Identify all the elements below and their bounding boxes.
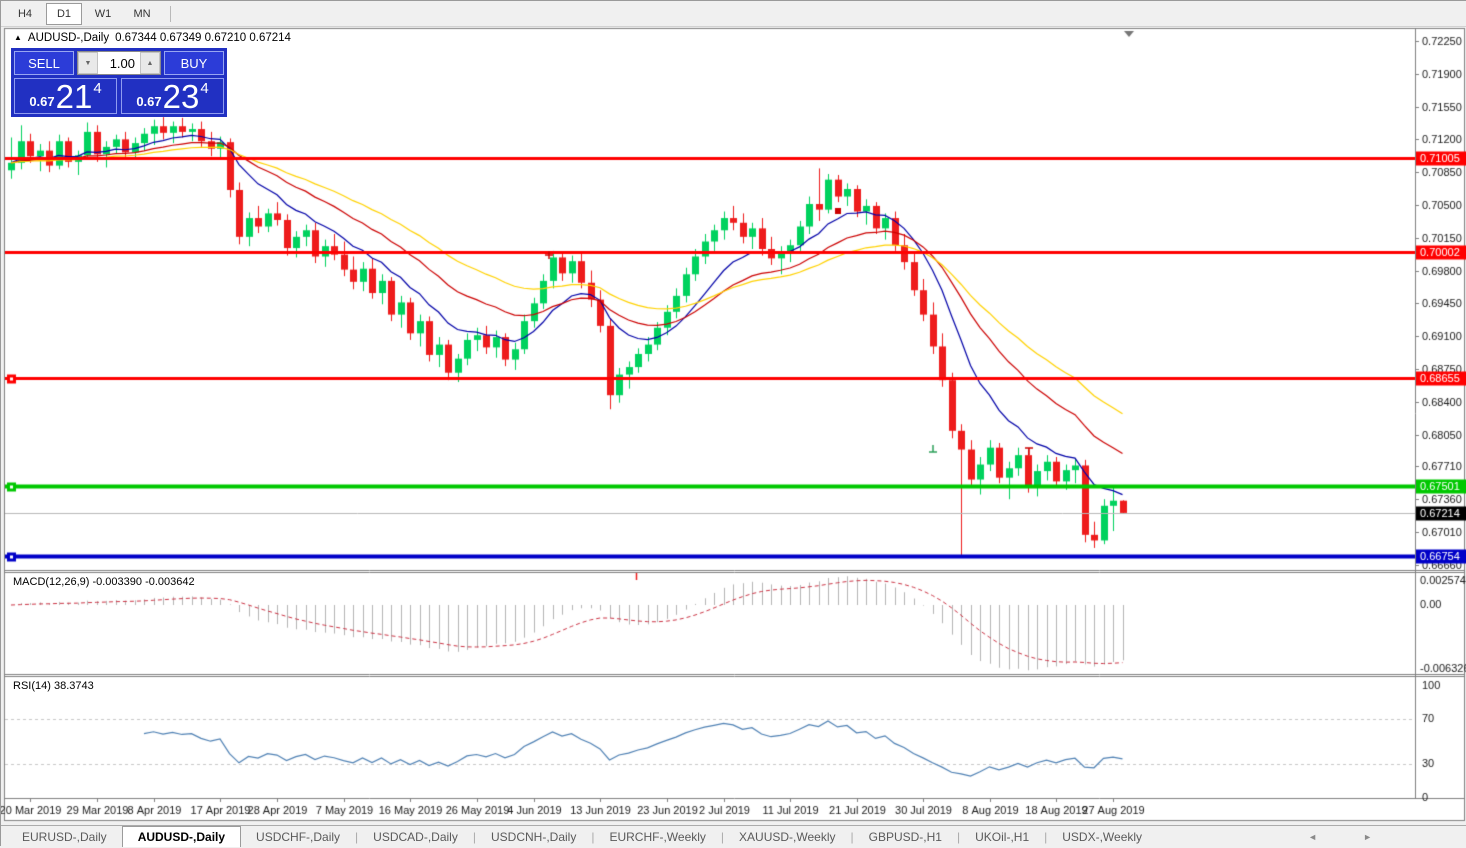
timeframe-button-w1[interactable]: W1 [85, 3, 121, 25]
sell-price-big: 21 [56, 80, 93, 113]
chart-ohlc-values: 0.67344 0.67349 0.67210 0.67214 [115, 32, 291, 44]
collapse-panel-icon[interactable]: ▲ [14, 33, 22, 42]
symbol-tab-eurchf-weekly[interactable]: EURCHF-,Weekly [594, 826, 720, 847]
sell-price-display[interactable]: 0.67 21 4 [14, 78, 117, 114]
timeframe-button-h4[interactable]: H4 [7, 3, 43, 25]
buy-button[interactable]: BUY [164, 51, 224, 75]
symbol-tab-usdcad-daily[interactable]: USDCAD-,Daily [358, 826, 473, 847]
timeframe-button-mn[interactable]: MN [124, 3, 160, 25]
symbol-tab-usdchf-daily[interactable]: USDCHF-,Daily [241, 826, 355, 847]
symbol-tab-usdcnh-daily[interactable]: USDCNH-,Daily [476, 826, 591, 847]
symbol-tab-gbpusd-h1[interactable]: GBPUSD-,H1 [854, 826, 957, 847]
buy-price-sup: 4 [200, 80, 208, 97]
timeframe-button-d1[interactable]: D1 [46, 3, 82, 25]
one-click-trade-panel: SELL ▼ 1.00 ▲ BUY 0.67 21 4 0.67 23 4 [11, 48, 227, 117]
chart-title: ▲ AUDUSD-,Daily 0.67344 0.67349 0.67210 … [14, 32, 291, 44]
buy-price-display[interactable]: 0.67 23 4 [121, 78, 224, 114]
volume-stepper: ▼ 1.00 ▲ [77, 51, 161, 75]
buy-price-prefix: 0.67 [136, 94, 161, 109]
chart-symbol-label: AUDUSD-,Daily [28, 32, 109, 44]
symbol-tab-eurusd-daily[interactable]: EURUSD-,Daily [7, 826, 122, 847]
volume-increase-icon[interactable]: ▲ [140, 52, 160, 74]
sell-price-prefix: 0.67 [29, 94, 54, 109]
tabs-scroll-right-icon[interactable]: ► [1363, 826, 1372, 848]
volume-decrease-icon[interactable]: ▼ [78, 52, 98, 74]
symbol-tab-bar: EURUSD-,DailyAUDUSD-,DailyUSDCHF-,Daily|… [1, 825, 1466, 847]
price-chart-canvas[interactable] [1, 1, 1466, 847]
toolbar-divider [170, 6, 171, 22]
timeframe-toolbar: H4D1W1MN [1, 1, 1466, 27]
sell-button[interactable]: SELL [14, 51, 74, 75]
symbol-tab-ukoil-h1[interactable]: UKOil-,H1 [960, 826, 1044, 847]
symbol-tab-xauusd-weekly[interactable]: XAUUSD-,Weekly [724, 826, 850, 847]
sell-price-sup: 4 [93, 80, 101, 97]
symbol-tab-usdx-weekly[interactable]: USDX-,Weekly [1047, 826, 1157, 847]
volume-input[interactable]: 1.00 [98, 52, 140, 74]
macd-indicator-label: MACD(12,26,9) -0.003390 -0.003642 [13, 576, 195, 588]
rsi-indicator-label: RSI(14) 38.3743 [13, 680, 94, 692]
buy-price-big: 23 [163, 80, 200, 113]
symbol-tab-audusd-daily[interactable]: AUDUSD-,Daily [122, 826, 241, 847]
tabs-scroll-left-icon[interactable]: ◄ [1308, 826, 1317, 848]
